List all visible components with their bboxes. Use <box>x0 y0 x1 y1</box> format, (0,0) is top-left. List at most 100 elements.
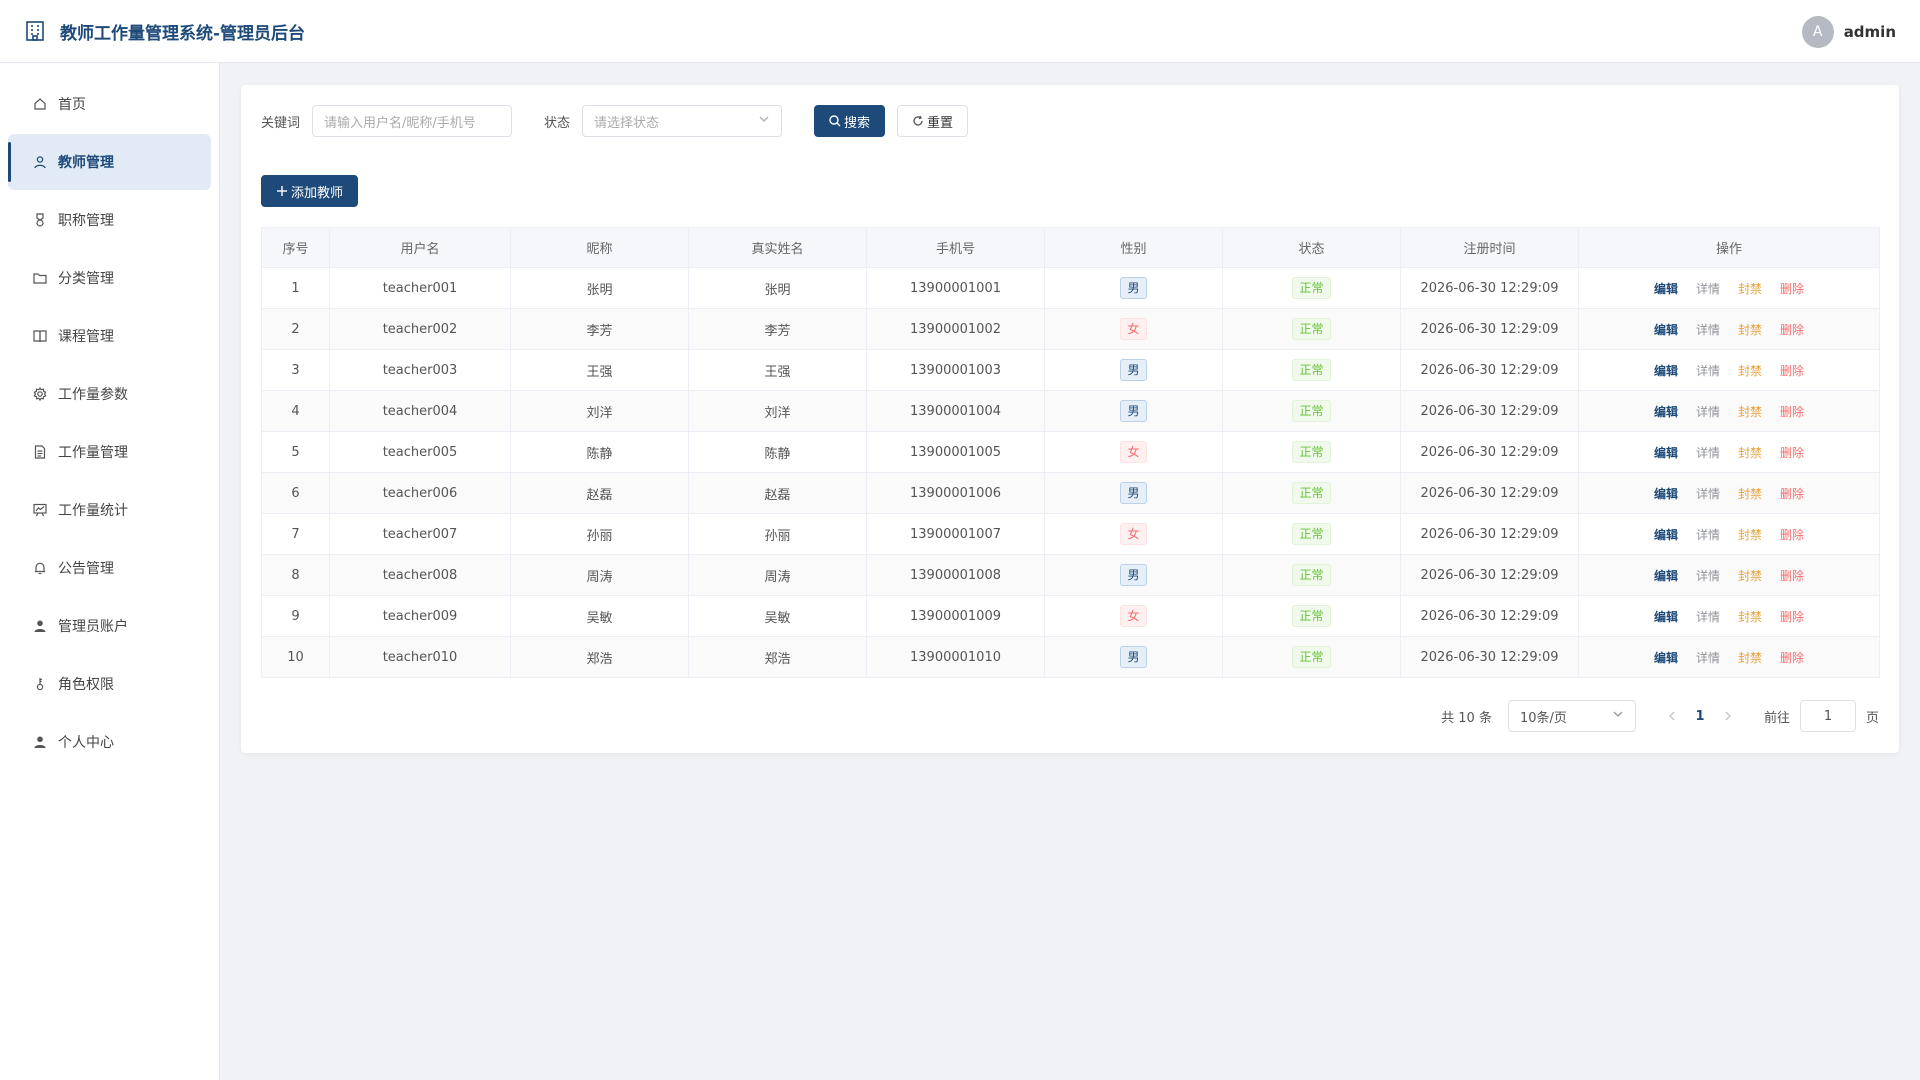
sidebar-item[interactable]: 个人中心 <box>8 714 211 770</box>
delete-link[interactable]: 删除 <box>1780 526 1804 543</box>
sidebar-item-label: 工作量统计 <box>58 503 128 519</box>
edit-link[interactable]: 编辑 <box>1654 403 1678 420</box>
prev-page-icon[interactable] <box>1660 711 1684 721</box>
detail-link[interactable]: 详情 <box>1696 403 1720 420</box>
cell-status: 正常 <box>1222 595 1401 637</box>
cell-registered: 2026-06-30 12:29:09 <box>1400 390 1579 432</box>
table-row: 10 teacher010 郑浩 郑浩 13900001010 男正常 2026-06-30… <box>261 636 1880 678</box>
status-placeholder: 请选择状态 <box>594 115 660 131</box>
ban-link[interactable]: 封禁 <box>1738 526 1762 543</box>
cell-status: 正常 <box>1222 308 1401 350</box>
next-page-icon[interactable] <box>1716 711 1740 721</box>
sidebar-item[interactable]: 公告管理 <box>8 540 211 596</box>
table-row: 4 teacher004 刘洋 刘洋 13900001004 男正常 2026-06-30 … <box>261 390 1880 432</box>
column-header: 性别 <box>1044 227 1223 268</box>
detail-link[interactable]: 详情 <box>1696 444 1720 461</box>
delete-link[interactable]: 删除 <box>1780 280 1804 297</box>
goto-page-input[interactable]: 1 <box>1799 700 1856 732</box>
ban-link[interactable]: 封禁 <box>1738 649 1762 666</box>
sidebar-item[interactable]: 分类管理 <box>8 250 211 306</box>
delete-link[interactable]: 删除 <box>1780 608 1804 625</box>
sidebar-item[interactable]: 角色权限 <box>8 656 211 712</box>
ban-link[interactable]: 封禁 <box>1738 321 1762 338</box>
cell-nickname: 吴敏 <box>510 595 689 637</box>
total-count: 共 10 条 <box>1441 710 1492 726</box>
sidebar-item[interactable]: 工作量管理 <box>8 424 211 480</box>
edit-link[interactable]: 编辑 <box>1654 649 1678 666</box>
page-size-select[interactable]: 10条/页 <box>1507 700 1636 732</box>
delete-link[interactable]: 删除 <box>1780 649 1804 666</box>
sidebar-item[interactable]: 教师管理 <box>8 134 211 190</box>
ban-link[interactable]: 封禁 <box>1738 608 1762 625</box>
ban-link[interactable]: 封禁 <box>1738 280 1762 297</box>
ban-link[interactable]: 封禁 <box>1738 567 1762 584</box>
detail-link[interactable]: 详情 <box>1696 280 1720 297</box>
delete-link[interactable]: 删除 <box>1780 362 1804 379</box>
cell-actions: 编辑 详情 封禁 删除 <box>1578 554 1880 596</box>
sidebar-item[interactable]: 工作量统计 <box>8 482 211 538</box>
sidebar-item-label: 个人中心 <box>58 735 114 751</box>
delete-link[interactable]: 删除 <box>1780 485 1804 502</box>
detail-link[interactable]: 详情 <box>1696 362 1720 379</box>
table-row: 9 teacher009 吴敏 吴敏 13900001009 女正常 2026-06-30 … <box>261 595 1880 637</box>
keyword-label: 关键词 <box>261 115 301 131</box>
add-teacher-button[interactable]: 添加教师 <box>261 175 359 207</box>
detail-link[interactable]: 详情 <box>1696 608 1720 625</box>
cell-phone: 13900001001 <box>866 267 1045 309</box>
delete-link[interactable]: 删除 <box>1780 444 1804 461</box>
cell-phone: 13900001004 <box>866 390 1045 432</box>
status-select[interactable]: 请选择状态 <box>582 105 783 137</box>
user-name[interactable]: admin <box>1844 23 1896 41</box>
delete-link[interactable]: 删除 <box>1780 567 1804 584</box>
ban-link[interactable]: 封禁 <box>1738 444 1762 461</box>
edit-link[interactable]: 编辑 <box>1654 321 1678 338</box>
cell-registered: 2026-06-30 12:29:09 <box>1400 513 1579 555</box>
table-row: 8 teacher008 周涛 周涛 13900001008 男正常 2026-06-30 … <box>261 554 1880 596</box>
sidebar-item[interactable]: 工作量参数 <box>8 366 211 422</box>
sidebar-item-label: 课程管理 <box>58 329 114 345</box>
cell-actions: 编辑 详情 封禁 删除 <box>1578 513 1880 555</box>
detail-link[interactable]: 详情 <box>1696 649 1720 666</box>
user-menu[interactable]: A admin <box>1801 0 1896 63</box>
table-row: 7 teacher007 孙丽 孙丽 13900001007 女正常 2026-06-30 … <box>261 513 1880 555</box>
row-actions: 编辑 详情 封禁 删除 <box>1579 567 1879 584</box>
detail-link[interactable]: 详情 <box>1696 567 1720 584</box>
edit-link[interactable]: 编辑 <box>1654 485 1678 502</box>
edit-link[interactable]: 编辑 <box>1654 280 1678 297</box>
sidebar-item[interactable]: 课程管理 <box>8 308 211 364</box>
sidebar-item[interactable]: 职称管理 <box>8 192 211 248</box>
detail-link[interactable]: 详情 <box>1696 485 1720 502</box>
delete-link[interactable]: 删除 <box>1780 403 1804 420</box>
page-suffix: 页 <box>1865 710 1879 726</box>
gender-tag: 男 <box>1120 359 1147 381</box>
delete-link[interactable]: 删除 <box>1780 321 1804 338</box>
table-row: 1 teacher001 张明 张明 13900001001 男正常 2026-06-30 … <box>261 267 1880 309</box>
cell-index: 6 <box>261 472 330 514</box>
sidebar-item[interactable]: 管理员账户 <box>8 598 211 654</box>
column-header: 真实姓名 <box>688 227 867 268</box>
page-number[interactable]: 1 <box>1684 709 1716 724</box>
edit-link[interactable]: 编辑 <box>1654 526 1678 543</box>
edit-link[interactable]: 编辑 <box>1654 444 1678 461</box>
edit-link[interactable]: 编辑 <box>1654 362 1678 379</box>
detail-link[interactable]: 详情 <box>1696 321 1720 338</box>
ban-link[interactable]: 封禁 <box>1738 362 1762 379</box>
gender-tag: 女 <box>1120 318 1147 340</box>
status-badge: 正常 <box>1292 564 1331 586</box>
ban-link[interactable]: 封禁 <box>1738 403 1762 420</box>
cell-gender: 女 <box>1044 595 1223 637</box>
column-header: 用户名 <box>329 227 511 268</box>
reset-button[interactable]: 重置 <box>897 105 969 137</box>
avatar[interactable]: A <box>1801 15 1834 48</box>
ban-link[interactable]: 封禁 <box>1738 485 1762 502</box>
detail-link[interactable]: 详情 <box>1696 526 1720 543</box>
cell-username: teacher007 <box>329 513 511 555</box>
search-button[interactable]: 搜索 <box>814 105 886 137</box>
sidebar: 首页 教师管理 职称管理 分类管理课程管理工作量参数 工作量管理工作量统计公告管理 管理员… <box>0 63 220 1080</box>
edit-link[interactable]: 编辑 <box>1654 567 1678 584</box>
sidebar-item[interactable]: 首页 <box>8 76 211 132</box>
gender-tag: 女 <box>1120 523 1147 545</box>
edit-link[interactable]: 编辑 <box>1654 608 1678 625</box>
keyword-input[interactable]: 请输入用户名/昵称/手机号 <box>312 105 513 137</box>
gender-tag: 男 <box>1120 277 1147 299</box>
